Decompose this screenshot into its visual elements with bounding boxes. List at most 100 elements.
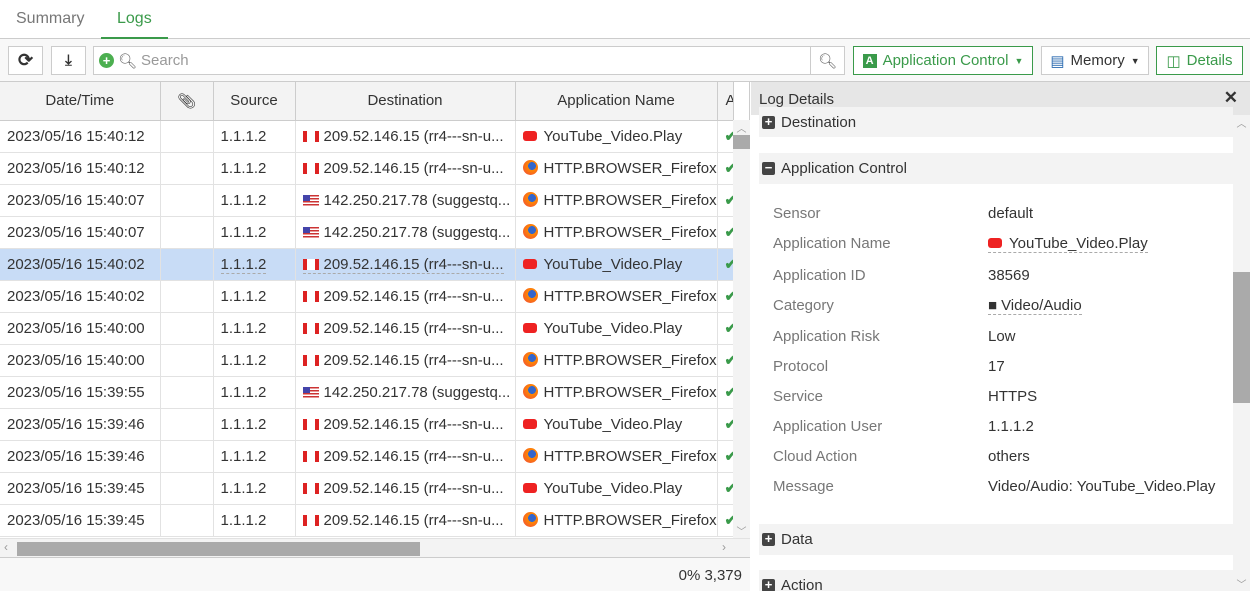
destination-value: 142.250.217.78 (suggestq... (323, 191, 511, 209)
cell-datetime: 2023/05/16 15:40:00 (0, 312, 161, 345)
cell-attachment (160, 472, 214, 505)
cell-attachment (160, 440, 214, 473)
application-value: HTTP.BROWSER_Firefox (543, 223, 717, 241)
table-row[interactable]: 2023/05/16 15:39:45 1.1.1.2 209.52.146.1… (0, 472, 734, 505)
table-row[interactable]: 2023/05/16 15:39:46 1.1.1.2 209.52.146.1… (0, 408, 734, 441)
table-row[interactable]: 2023/05/16 15:40:02 1.1.1.2 209.52.146.1… (0, 280, 734, 313)
cell-destination: 142.250.217.78 (suggestq... (295, 184, 516, 217)
cell-action: ✔ (717, 248, 734, 281)
section-data[interactable]: + Data (759, 524, 1233, 555)
header-destination[interactable]: Destination (295, 82, 516, 121)
section-application-control[interactable]: − Application Control (759, 153, 1233, 184)
detail-row: Application Name YouTube_Video.Play (773, 235, 1233, 265)
horizontal-scrollbar[interactable]: ‹ › (0, 538, 750, 557)
search-input[interactable] (141, 52, 810, 69)
canada-flag-icon (302, 130, 319, 142)
table-row[interactable]: 2023/05/16 15:39:55 1.1.1.2 142.250.217.… (0, 376, 734, 409)
scrollbar-thumb[interactable] (1233, 272, 1250, 403)
cell-action: ✔ (717, 472, 734, 505)
detail-value: HTTPS (988, 388, 1037, 405)
details-scrollbar[interactable]: ︿ ﹀ (1233, 115, 1250, 591)
cell-attachment (160, 344, 214, 377)
table-row[interactable]: 2023/05/16 15:39:46 1.1.1.2 209.52.146.1… (0, 440, 734, 473)
cell-attachment (160, 408, 214, 441)
section-action[interactable]: + Action (759, 570, 1233, 591)
check-icon: ✔ (725, 160, 733, 177)
vertical-scrollbar[interactable]: ︿ ﹀ (733, 120, 750, 538)
source-value: 1.1.1.2 (220, 351, 267, 369)
refresh-button[interactable]: ⟳ (8, 46, 43, 75)
destination-value: 209.52.146.15 (rr4---sn-u... (323, 159, 504, 177)
scrollbar-thumb[interactable] (733, 135, 750, 149)
table-row[interactable]: 2023/05/16 15:40:12 1.1.1.2 209.52.146.1… (0, 152, 734, 185)
cell-destination: 209.52.146.15 (rr4---sn-u... (295, 152, 516, 185)
memory-dropdown[interactable]: ▤ Memory ▼ (1041, 46, 1149, 75)
source-value: 1.1.1.2 (220, 319, 267, 337)
cell-attachment (160, 184, 214, 217)
cell-source: 1.1.1.2 (213, 408, 296, 441)
application-value: YouTube_Video.Play (543, 319, 683, 337)
close-icon[interactable]: ✕ (1224, 88, 1238, 108)
header-source[interactable]: Source (213, 82, 296, 121)
header-application-name[interactable]: Application Name (515, 82, 718, 121)
table-row[interactable]: 2023/05/16 15:40:02 1.1.1.2 209.52.146.1… (0, 248, 734, 281)
detail-label: Sensor (773, 205, 821, 222)
detail-value[interactable]: ■ Video/Audio (988, 297, 1082, 315)
cell-action: ✔ (717, 216, 734, 249)
detail-value: Low (988, 328, 1016, 345)
table-row[interactable]: 2023/05/16 15:40:12 1.1.1.2 209.52.146.1… (0, 120, 734, 153)
scrollbar-thumb[interactable] (17, 542, 420, 556)
add-filter-icon[interactable]: + (99, 53, 114, 68)
cell-datetime: 2023/05/16 15:40:07 (0, 184, 161, 217)
header-datetime[interactable]: Date/Time (0, 82, 161, 121)
header-attachment[interactable]: 📎︎ (160, 82, 214, 121)
cell-application: YouTube_Video.Play (515, 312, 718, 345)
check-icon: ✔ (725, 448, 733, 465)
download-icon: ⤓ (65, 52, 72, 69)
detail-label: Application Risk (773, 328, 880, 345)
table-row[interactable]: 2023/05/16 15:40:07 1.1.1.2 142.250.217.… (0, 216, 734, 249)
firefox-icon (522, 383, 538, 399)
cell-application: YouTube_Video.Play (515, 408, 718, 441)
download-button[interactable]: ⤓ (51, 46, 86, 75)
detail-value-text: default (988, 205, 1034, 222)
table-row[interactable]: 2023/05/16 15:40:00 1.1.1.2 209.52.146.1… (0, 312, 734, 345)
tab-logs[interactable]: Logs (101, 0, 168, 39)
cell-application: HTTP.BROWSER_Firefox (515, 184, 718, 217)
table-row[interactable]: 2023/05/16 15:40:00 1.1.1.2 209.52.146.1… (0, 344, 734, 377)
usa-flag-icon (302, 226, 319, 238)
paperclip-icon: 📎︎ (176, 92, 197, 110)
tab-summary[interactable]: Summary (0, 0, 100, 39)
detail-value-text: 1.1.1.2 (988, 418, 1034, 435)
detail-value[interactable]: YouTube_Video.Play (988, 235, 1148, 253)
cell-attachment (160, 280, 214, 313)
section-destination[interactable]: + Destination (759, 107, 1233, 137)
table-row[interactable]: 2023/05/16 15:40:07 1.1.1.2 142.250.217.… (0, 184, 734, 217)
firefox-icon (522, 511, 538, 527)
source-value: 1.1.1.2 (220, 447, 267, 465)
detail-label: Application ID (773, 267, 866, 284)
cell-action: ✔ (717, 408, 734, 441)
header-action[interactable]: Act (717, 82, 734, 121)
cell-attachment (160, 376, 214, 409)
application-value: HTTP.BROWSER_Firefox (543, 511, 717, 529)
detail-value: 1.1.1.2 (988, 418, 1034, 435)
canada-flag-icon (302, 514, 319, 526)
destination-value: 209.52.146.15 (rr4---sn-u... (323, 287, 504, 305)
table-row[interactable]: 2023/05/16 15:39:45 1.1.1.2 209.52.146.1… (0, 504, 734, 537)
youtube-icon (522, 418, 537, 429)
detail-row: Sensor default (773, 205, 1233, 235)
search-submit-icon[interactable]: 🔍︎ (810, 47, 844, 74)
tab-bar: Summary Logs (0, 0, 1250, 39)
status-footer: 0% 3,379 (0, 557, 750, 591)
details-button[interactable]: ◫ Details (1156, 46, 1243, 75)
cell-application: HTTP.BROWSER_Firefox (515, 376, 718, 409)
cell-action: ✔ (717, 152, 734, 185)
detail-value-text: YouTube_Video.Play (1009, 235, 1148, 252)
cell-source: 1.1.1.2 (213, 184, 296, 217)
detail-row: Application ID 38569 (773, 267, 1233, 297)
source-value: 1.1.1.2 (220, 383, 267, 401)
detail-value-text: 38569 (988, 267, 1030, 284)
cell-source: 1.1.1.2 (213, 216, 296, 249)
application-control-dropdown[interactable]: A Application Control ▼ (853, 46, 1033, 75)
